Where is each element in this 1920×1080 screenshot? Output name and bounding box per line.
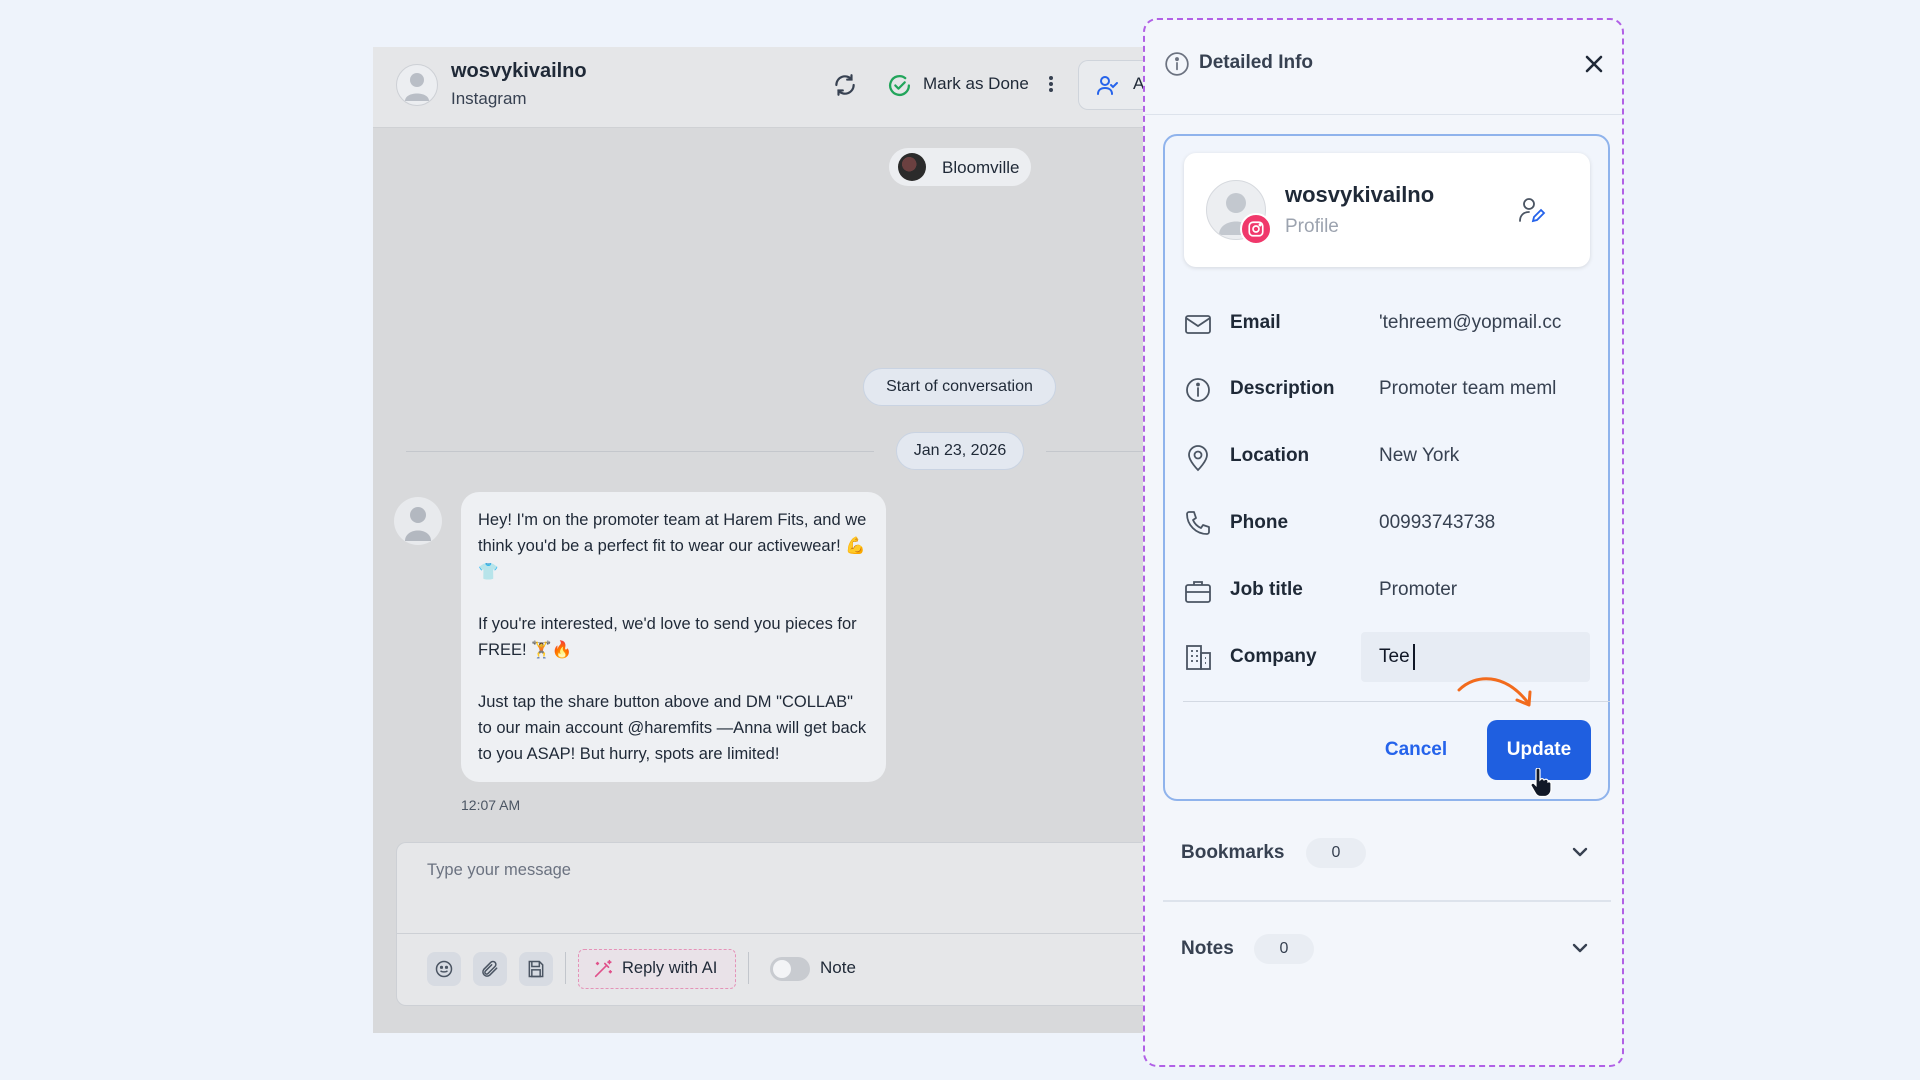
message-avatar xyxy=(394,497,442,545)
attach-button[interactable] xyxy=(473,952,507,986)
phone-icon xyxy=(1183,508,1213,538)
emoji-button[interactable] xyxy=(427,952,461,986)
field-value-email[interactable]: 'tehreem@yopmail.cc xyxy=(1379,312,1577,334)
accordion-divider xyxy=(1163,900,1611,902)
close-icon[interactable] xyxy=(1583,53,1605,75)
field-value-job-title[interactable]: Promoter xyxy=(1379,579,1577,601)
panel-divider xyxy=(1145,114,1622,115)
instagram-icon xyxy=(1240,213,1272,245)
bookmarks-label[interactable]: Bookmarks xyxy=(1181,842,1285,864)
save-template-button[interactable] xyxy=(519,952,553,986)
contact-channel: Instagram xyxy=(451,89,527,108)
contact-avatar[interactable] xyxy=(396,64,438,106)
field-value-phone[interactable]: 00993743738 xyxy=(1379,512,1577,534)
toolbar-separator xyxy=(748,952,749,984)
start-of-conversation-pill: Start of conversation xyxy=(863,368,1056,406)
mark-as-done-button[interactable]: Mark as Done xyxy=(923,74,1029,94)
profile-name: wosvykivailno xyxy=(1285,182,1435,207)
field-label-company: Company xyxy=(1230,646,1317,667)
check-circle-icon[interactable] xyxy=(887,73,912,98)
chevron-down-icon[interactable] xyxy=(1568,840,1592,864)
date-divider-right xyxy=(1046,451,1153,452)
annotation-arrow-icon xyxy=(1455,670,1535,710)
cancel-button[interactable]: Cancel xyxy=(1372,732,1460,768)
panel-title: Detailed Info xyxy=(1199,52,1314,73)
hand-pointer-icon xyxy=(1528,768,1552,798)
user-silhouette-icon xyxy=(405,73,429,101)
brand-avatar xyxy=(898,153,926,181)
info-icon xyxy=(1183,375,1213,405)
message-paragraph: Just tap the share button above and DM "… xyxy=(478,693,867,763)
date-divider-left xyxy=(406,451,874,452)
date-label: Jan 23, 2026 xyxy=(913,442,1007,459)
location-pin-icon xyxy=(1183,442,1213,472)
mail-icon xyxy=(1183,309,1213,339)
field-label-email: Email xyxy=(1230,312,1281,333)
bookmarks-count-badge: 0 xyxy=(1306,838,1366,868)
note-toggle-knob xyxy=(773,960,791,978)
start-of-conversation-label: Start of conversation xyxy=(886,378,1033,395)
refresh-icon[interactable] xyxy=(832,72,858,98)
field-value-description[interactable]: Promoter team meml xyxy=(1379,378,1577,400)
contact-name: wosvykivailno xyxy=(451,60,587,82)
message-paragraph: If you're interested, we'd love to send … xyxy=(478,615,857,659)
notes-label[interactable]: Notes xyxy=(1181,938,1234,960)
composer-divider xyxy=(396,933,1153,934)
floppy-disk-icon xyxy=(528,960,544,978)
magic-wand-icon xyxy=(592,958,614,980)
edit-user-icon[interactable] xyxy=(1516,195,1546,225)
more-vertical-icon[interactable] xyxy=(1046,72,1056,96)
assign-user-icon xyxy=(1096,73,1120,97)
briefcase-icon xyxy=(1183,576,1213,606)
message-bubble: Hey! I'm on the promoter team at Harem F… xyxy=(461,492,886,782)
toolbar-separator xyxy=(565,952,566,984)
paperclip-icon xyxy=(482,960,498,977)
chevron-down-icon[interactable] xyxy=(1568,936,1592,960)
user-silhouette-icon xyxy=(405,507,431,541)
profile-subtitle: Profile xyxy=(1285,216,1339,237)
message-paragraph: Hey! I'm on the promoter team at Harem F… xyxy=(478,511,867,581)
message-time: 12:07 AM xyxy=(461,797,521,813)
field-label-phone: Phone xyxy=(1230,512,1289,533)
company-input-value: Tee xyxy=(1379,646,1410,667)
brand-name: Bloomville xyxy=(942,158,1020,177)
form-divider xyxy=(1183,701,1610,702)
field-label-job-title: Job title xyxy=(1230,579,1303,600)
info-icon xyxy=(1164,51,1190,77)
reply-with-ai-label: Reply with AI xyxy=(622,959,718,977)
field-label-description: Description xyxy=(1230,378,1335,399)
field-value-location[interactable]: New York xyxy=(1379,445,1577,467)
smiley-icon xyxy=(435,960,453,978)
message-input[interactable]: Type your message xyxy=(427,861,571,880)
date-pill: Jan 23, 2026 xyxy=(896,432,1024,470)
note-label: Note xyxy=(820,958,856,977)
notes-count-badge: 0 xyxy=(1254,934,1314,964)
field-label-location: Location xyxy=(1230,445,1310,466)
text-caret xyxy=(1413,644,1415,670)
building-icon xyxy=(1183,642,1213,672)
